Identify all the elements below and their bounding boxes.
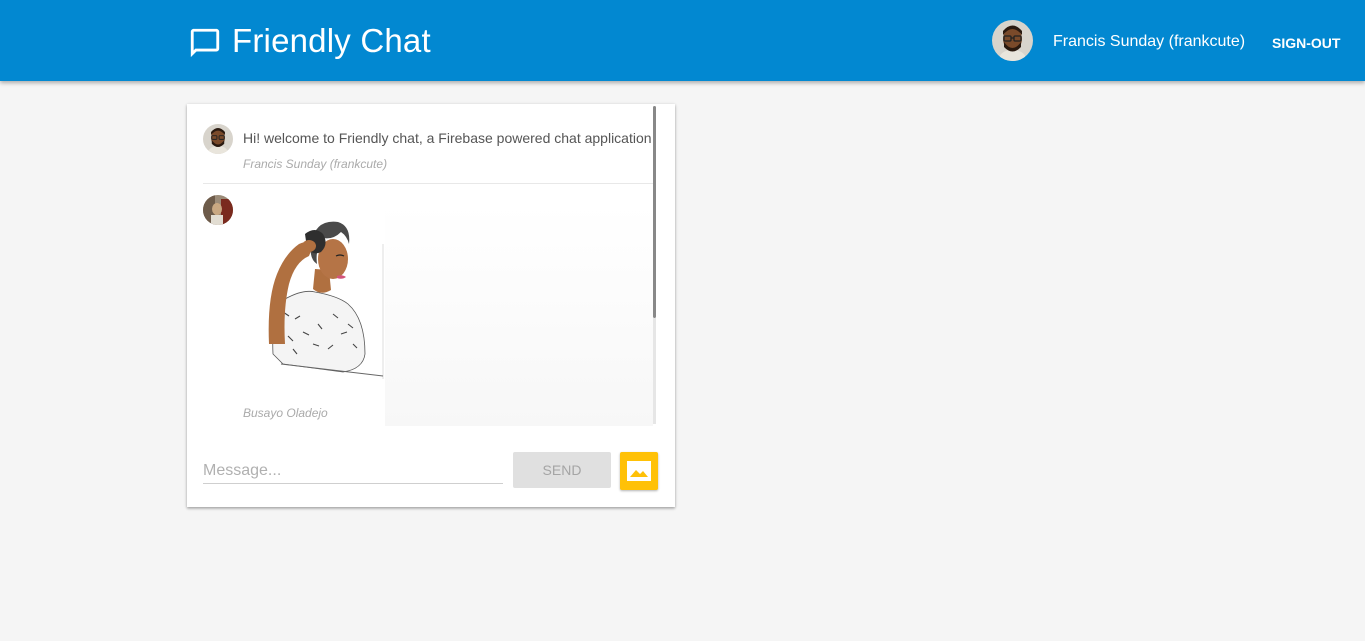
message-image[interactable]: [243, 204, 385, 399]
message-text: Hi! welcome to Friendly chat, a Firebase…: [243, 130, 652, 146]
scrollbar-thumb[interactable]: [653, 106, 656, 318]
scrollbar-track[interactable]: [653, 318, 656, 424]
message-author: Francis Sunday (frankcute): [243, 157, 388, 171]
messages-card: Hi! welcome to Friendly chat, a Firebase…: [187, 104, 675, 507]
sign-out-button[interactable]: SIGN-OUT: [1262, 32, 1350, 54]
user-name: Francis Sunday (frankcute): [1053, 33, 1246, 50]
message-author: Busayo Oladejo: [243, 406, 328, 420]
user-avatar: [992, 20, 1033, 61]
chat-bubble-icon: [188, 26, 222, 60]
app-title: Friendly Chat: [232, 22, 431, 59]
message-avatar: [203, 124, 233, 154]
app-header: Friendly Chat Francis Sunday (frankcute)…: [0, 0, 1365, 81]
send-button[interactable]: SEND: [513, 452, 611, 488]
message-avatar: [203, 195, 233, 225]
message-divider: [203, 183, 653, 184]
image-icon: [624, 456, 654, 486]
message-background: [385, 204, 653, 426]
message-input[interactable]: [203, 459, 503, 484]
messages-list[interactable]: Hi! welcome to Friendly chat, a Firebase…: [187, 104, 657, 426]
upload-image-button[interactable]: [620, 452, 658, 490]
